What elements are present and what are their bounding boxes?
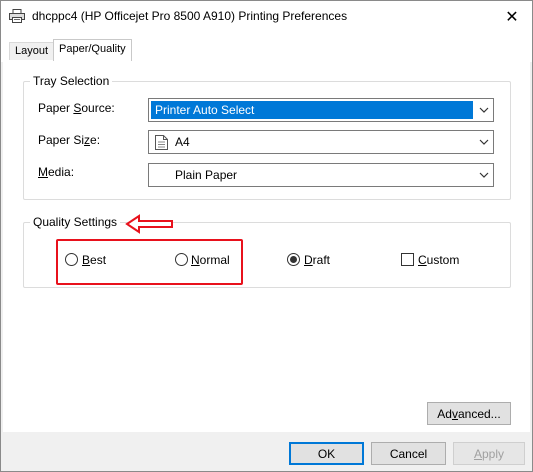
custom-label[interactable]: Custom — [418, 253, 459, 267]
arrow-left-icon — [125, 214, 173, 234]
close-icon: ✕ — [505, 8, 519, 26]
quality-settings-title: Quality Settings — [30, 215, 121, 229]
media-dropdown[interactable]: Plain Paper — [148, 163, 494, 187]
custom-checkbox[interactable] — [401, 253, 414, 266]
tray-selection-group: Tray Selection Paper Source: Printer Aut… — [23, 74, 511, 200]
advanced-button[interactable]: Ad v anced... — [427, 402, 511, 425]
media-label-accel: M — [38, 165, 48, 179]
cancel-label: Cancel — [389, 446, 428, 461]
draft-label[interactable]: Draft — [304, 253, 330, 267]
draft-radio[interactable] — [287, 253, 300, 266]
paper-source-label: Paper Source: — [38, 101, 115, 115]
tab-paper-quality-label: Paper/Quality — [59, 43, 126, 55]
document-icon — [155, 135, 168, 150]
tab-layout[interactable]: Layout — [9, 42, 55, 60]
paper-source-label-pre: Paper — [38, 101, 74, 115]
advanced-label-post: anced... — [457, 406, 501, 421]
tray-selection-title: Tray Selection — [30, 74, 113, 88]
paper-size-label-pre: Paper Si — [38, 133, 85, 147]
paper-size-label: Paper Size: — [38, 133, 100, 147]
apply-label-post: pply — [482, 446, 505, 461]
highlight-annotation-box — [56, 239, 243, 285]
chevron-down-icon — [479, 139, 489, 145]
cancel-button[interactable]: Cancel — [371, 442, 446, 465]
draft-label-rest: raft — [312, 253, 331, 267]
printing-preferences-window: dhcppc4 (HP Officejet Pro 8500 A910) Pri… — [0, 0, 533, 472]
advanced-label-pre: Ad — [437, 406, 452, 421]
tab-layout-label: Layout — [15, 45, 49, 57]
chevron-down-icon — [479, 107, 489, 113]
close-button[interactable]: ✕ — [492, 1, 532, 32]
custom-label-rest: ustom — [426, 253, 460, 267]
paper-size-value: A4 — [175, 135, 190, 149]
printer-icon — [9, 9, 25, 23]
ok-label: OK — [317, 446, 336, 461]
ok-button[interactable]: OK — [289, 442, 364, 465]
paper-source-value: Printer Auto Select — [155, 103, 255, 117]
media-label: Media: — [38, 165, 74, 179]
tab-paper-quality[interactable]: Paper/Quality — [53, 39, 132, 61]
title-bar[interactable]: dhcppc4 (HP Officejet Pro 8500 A910) Pri… — [1, 1, 532, 32]
apply-label-accel: A — [473, 446, 482, 461]
draft-label-accel: D — [304, 253, 313, 267]
custom-label-accel: C — [418, 253, 427, 267]
paper-size-label-post: e: — [90, 133, 101, 147]
media-value: Plain Paper — [175, 168, 238, 182]
paper-size-dropdown[interactable]: A4 — [148, 130, 494, 154]
media-label-post: edia: — [48, 165, 75, 179]
apply-button[interactable]: Apply — [453, 442, 525, 465]
paper-source-dropdown[interactable]: Printer Auto Select — [148, 98, 494, 122]
tab-strip: Layout Paper/Quality — [1, 32, 532, 62]
paper-source-label-post: ource: — [81, 101, 115, 115]
chevron-down-icon — [479, 172, 489, 178]
window-title: dhcppc4 (HP Officejet Pro 8500 A910) Pri… — [32, 9, 348, 23]
